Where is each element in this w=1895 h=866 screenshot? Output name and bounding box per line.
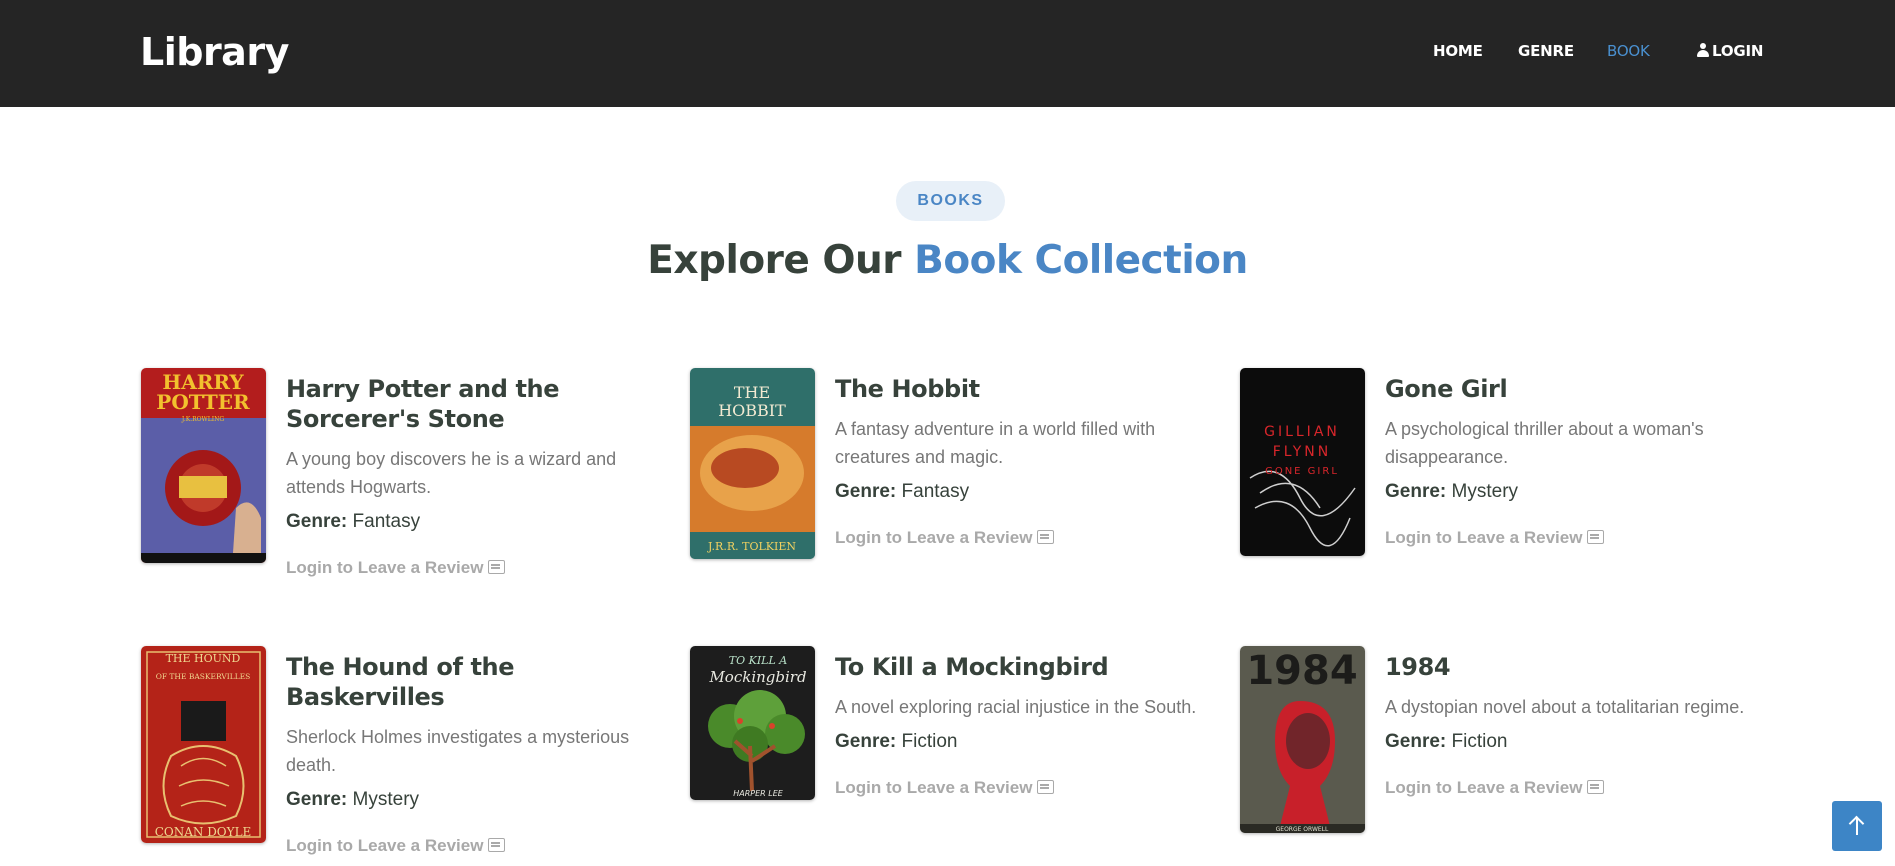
comment-icon bbox=[1037, 530, 1055, 544]
book-genre: Genre: Fiction bbox=[1385, 730, 1770, 754]
book-genre: Genre: Mystery bbox=[286, 788, 671, 812]
cover-text: Mockingbird bbox=[708, 668, 806, 686]
genre-label: Genre: bbox=[286, 789, 348, 810]
book-description: A psychological thriller about a woman's… bbox=[1385, 419, 1704, 467]
nav-login-label: LOGIN bbox=[1712, 42, 1764, 60]
cover-text: 1984 bbox=[1246, 648, 1357, 694]
book-cover-harry-potter[interactable]: HARRY POTTER J.K.ROWLING bbox=[141, 368, 266, 563]
cover-text: TO KILL A bbox=[729, 654, 788, 667]
nav-book[interactable]: BOOK bbox=[1607, 42, 1650, 60]
nav-home[interactable]: HOME bbox=[1433, 42, 1483, 60]
login-review-link[interactable]: Login to Leave a Review bbox=[1385, 778, 1605, 798]
cover-text: J.K.ROWLING bbox=[181, 416, 224, 423]
comment-icon bbox=[1587, 530, 1605, 544]
genre-value: Mystery bbox=[352, 789, 420, 810]
cover-text: THE HOUND bbox=[166, 652, 241, 665]
login-review-link[interactable]: Login to Leave a Review bbox=[1385, 528, 1605, 548]
genre-value: Fantasy bbox=[352, 511, 421, 532]
book-description: Sherlock Holmes investigates a mysteriou… bbox=[286, 727, 630, 775]
genre-label: Genre: bbox=[286, 511, 348, 532]
cover-text: POTTER bbox=[156, 390, 250, 414]
site-logo[interactable]: Library bbox=[140, 30, 289, 74]
cover-text: HOBBIT bbox=[718, 401, 786, 420]
genre-value: Fantasy bbox=[901, 481, 970, 502]
nav-genre[interactable]: GENRE bbox=[1518, 42, 1574, 60]
cover-text: GONE GIRL bbox=[1265, 466, 1339, 477]
cover-text: HARPER LEE bbox=[733, 789, 784, 798]
book-genre: Genre: Fiction bbox=[835, 730, 1220, 754]
comment-icon bbox=[1037, 780, 1055, 794]
genre-value: Fiction bbox=[901, 731, 958, 752]
review-label: Login to Leave a Review bbox=[286, 836, 484, 855]
book-cover-the-hobbit[interactable]: THE HOBBIT J.R.R. TOLKIEN bbox=[690, 368, 815, 559]
genre-value: Mystery bbox=[1451, 481, 1519, 502]
genre-label: Genre: bbox=[1385, 481, 1447, 502]
cover-text: J.R.R. TOLKIEN bbox=[707, 540, 796, 553]
book-description: A young boy discovers he is a wizard and… bbox=[286, 449, 617, 497]
book-cover-gone-girl[interactable]: GILLIAN FLYNN GONE GIRL bbox=[1240, 368, 1365, 556]
comment-icon bbox=[1587, 780, 1605, 794]
nav-login[interactable]: LOGIN bbox=[1697, 42, 1763, 60]
review-label: Login to Leave a Review bbox=[1385, 778, 1583, 797]
review-label: Login to Leave a Review bbox=[835, 778, 1033, 797]
book-title[interactable]: The Hound of the Baskervilles bbox=[286, 652, 671, 712]
cover-text: OF THE BASKERVILLES bbox=[156, 672, 251, 681]
cover-text: GILLIAN bbox=[1264, 424, 1340, 440]
cover-text: FLYNN bbox=[1273, 444, 1332, 460]
section-badge: BOOKS bbox=[896, 181, 1005, 221]
user-icon bbox=[1697, 43, 1709, 57]
top-navbar: Library HOME GENRE BOOK LOGIN bbox=[0, 0, 1895, 107]
book-title[interactable]: 1984 bbox=[1385, 652, 1770, 682]
back-to-top-button[interactable] bbox=[1832, 801, 1882, 851]
cover-text: THE bbox=[734, 383, 770, 402]
genre-label: Genre: bbox=[835, 481, 897, 502]
book-title[interactable]: Gone Girl bbox=[1385, 374, 1770, 404]
comment-icon bbox=[488, 560, 506, 574]
genre-label: Genre: bbox=[1385, 731, 1447, 752]
book-cover-1984[interactable]: 1984 GEORGE ORWELL bbox=[1240, 646, 1365, 833]
book-description: A novel exploring racial injustice in th… bbox=[835, 697, 1197, 717]
cover-text: GEORGE ORWELL bbox=[1276, 826, 1329, 833]
book-genre: Genre: Mystery bbox=[1385, 480, 1770, 504]
book-description: A dystopian novel about a totalitarian r… bbox=[1385, 697, 1745, 717]
genre-value: Fiction bbox=[1451, 731, 1508, 752]
page-title: Explore Our Book Collection bbox=[0, 238, 1895, 283]
book-cover-hound-baskervilles[interactable]: THE HOUND OF THE BASKERVILLES CONAN DOYL… bbox=[141, 646, 266, 843]
page-title-accent: Book Collection bbox=[914, 238, 1248, 283]
review-label: Login to Leave a Review bbox=[1385, 528, 1583, 547]
login-review-link[interactable]: Login to Leave a Review bbox=[835, 528, 1055, 548]
comment-icon bbox=[488, 838, 506, 852]
book-title[interactable]: To Kill a Mockingbird bbox=[835, 652, 1220, 682]
book-genre: Genre: Fantasy bbox=[835, 480, 1220, 504]
review-label: Login to Leave a Review bbox=[286, 558, 484, 577]
login-review-link[interactable]: Login to Leave a Review bbox=[286, 558, 506, 578]
review-label: Login to Leave a Review bbox=[835, 528, 1033, 547]
book-genre: Genre: Fantasy bbox=[286, 510, 671, 534]
book-description: A fantasy adventure in a world filled wi… bbox=[835, 419, 1156, 467]
login-review-link[interactable]: Login to Leave a Review bbox=[286, 836, 506, 856]
book-title[interactable]: Harry Potter and the Sorcerer's Stone bbox=[286, 374, 671, 434]
login-review-link[interactable]: Login to Leave a Review bbox=[835, 778, 1055, 798]
genre-label: Genre: bbox=[835, 731, 897, 752]
book-cover-mockingbird[interactable]: TO KILL A Mockingbird HARPER LEE bbox=[690, 646, 815, 800]
page-title-plain: Explore Our bbox=[647, 238, 915, 283]
book-title[interactable]: The Hobbit bbox=[835, 374, 1220, 404]
cover-text: CONAN DOYLE bbox=[155, 825, 252, 839]
